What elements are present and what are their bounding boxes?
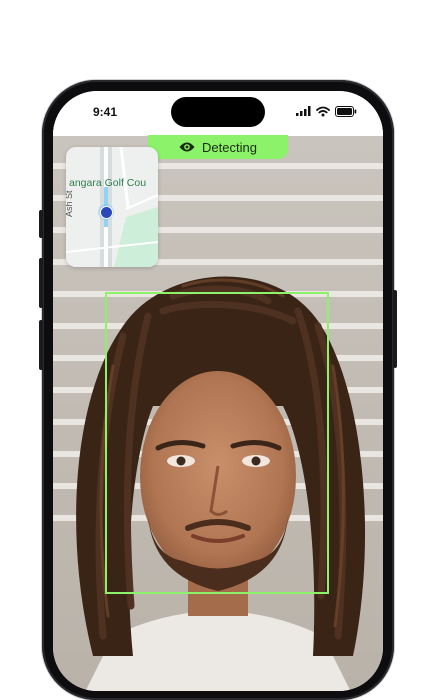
map-place-label: angara Golf Cou <box>69 177 147 189</box>
face-detection-box <box>105 292 329 594</box>
wifi-icon <box>316 106 330 116</box>
eye-icon <box>179 142 195 152</box>
detecting-label: Detecting <box>202 139 257 155</box>
action-button <box>39 210 43 238</box>
volume-down-button <box>39 320 43 370</box>
status-icons <box>296 104 357 118</box>
location-map-thumbnail[interactable]: angara Golf Cou Ash St <box>66 147 158 267</box>
status-bar: 9:41 <box>53 91 383 136</box>
battery-icon <box>335 105 357 117</box>
power-button <box>393 290 397 368</box>
detecting-status-pill: Detecting <box>148 135 288 159</box>
status-time: 9:41 <box>93 105 118 119</box>
cellular-signal-icon <box>296 106 311 116</box>
dynamic-island <box>171 97 265 127</box>
map-street-label: Ash St <box>66 190 74 217</box>
phone-screen: 9:41 Detecting angara Golf Cou Ash St <box>53 91 383 691</box>
volume-up-button <box>39 258 43 308</box>
phone-frame: 9:41 Detecting angara Golf Cou Ash St <box>39 80 397 700</box>
current-location-dot <box>98 204 114 220</box>
